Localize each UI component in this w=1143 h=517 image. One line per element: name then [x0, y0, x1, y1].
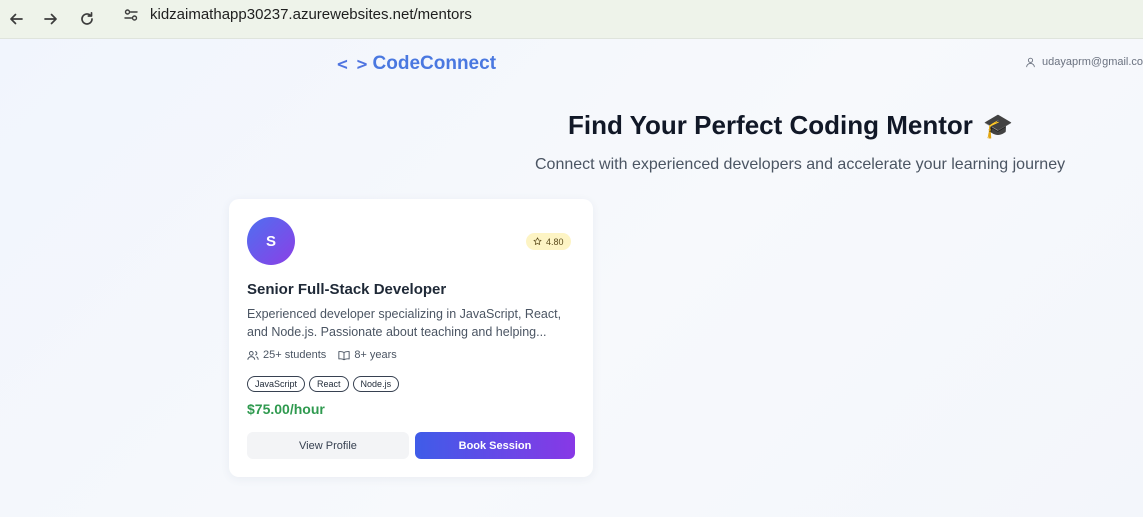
arrow-left-icon	[10, 13, 23, 25]
book-session-button[interactable]: Book Session	[415, 432, 575, 459]
students-count: 25+ students	[247, 349, 326, 361]
star-icon	[533, 237, 542, 245]
user-icon	[1026, 57, 1035, 67]
arrow-right-icon	[44, 13, 57, 25]
experience-text: 8+ years	[354, 349, 397, 361]
book-icon	[338, 350, 350, 360]
reload-icon	[81, 11, 93, 25]
mentor-meta: 25+ students 8+ years	[247, 349, 397, 361]
mentor-card: S 4.80 Senior Full-Stack Developer Exper…	[229, 199, 593, 477]
app-logo[interactable]: < > CodeConnect	[337, 53, 496, 75]
page-title: Find Your Perfect Coding Mentor 🎓	[568, 110, 1013, 141]
logo-text: CodeConnect	[372, 53, 497, 74]
skill-tag: JavaScript	[247, 376, 306, 392]
hourly-price: $75.00/hour	[247, 401, 325, 417]
mentor-title: Senior Full-Stack Developer	[247, 281, 447, 298]
code-brackets-icon: < >	[337, 53, 367, 75]
mentor-description: Experienced developer specializing in Ja…	[247, 307, 562, 339]
user-email: udayaprm@gmail.co	[1042, 56, 1143, 68]
experience-years: 8+ years	[338, 349, 397, 361]
students-text: 25+ students	[263, 349, 327, 361]
site-settings-icon[interactable]	[120, 4, 142, 26]
rating-value: 4.80	[546, 236, 564, 247]
mentors-page: < > CodeConnect udayaprm@gmail.co Find Y…	[0, 39, 1143, 517]
page-title-text: Find Your Perfect Coding Mentor	[568, 110, 973, 140]
users-icon	[247, 350, 259, 360]
skill-tags: JavaScript React Node.js	[247, 376, 400, 392]
rating-badge: 4.80	[526, 233, 571, 250]
skill-tag: Node.js	[352, 376, 400, 392]
browser-toolbar: kidzaimathapp30237.azurewebsites.net/men…	[0, 0, 1143, 39]
reload-button[interactable]	[72, 4, 102, 34]
page-subtitle: Connect with experienced developers and …	[535, 156, 1066, 173]
url-text[interactable]: kidzaimathapp30237.azurewebsites.net/men…	[150, 6, 472, 23]
user-menu[interactable]: udayaprm@gmail.co	[1025, 56, 1143, 68]
view-profile-button[interactable]: View Profile	[247, 432, 409, 459]
graduation-cap-icon: 🎓	[982, 111, 1013, 140]
forward-button[interactable]	[36, 4, 66, 34]
avatar: S	[247, 217, 295, 265]
back-button[interactable]	[1, 4, 31, 34]
skill-tag: React	[309, 376, 349, 392]
